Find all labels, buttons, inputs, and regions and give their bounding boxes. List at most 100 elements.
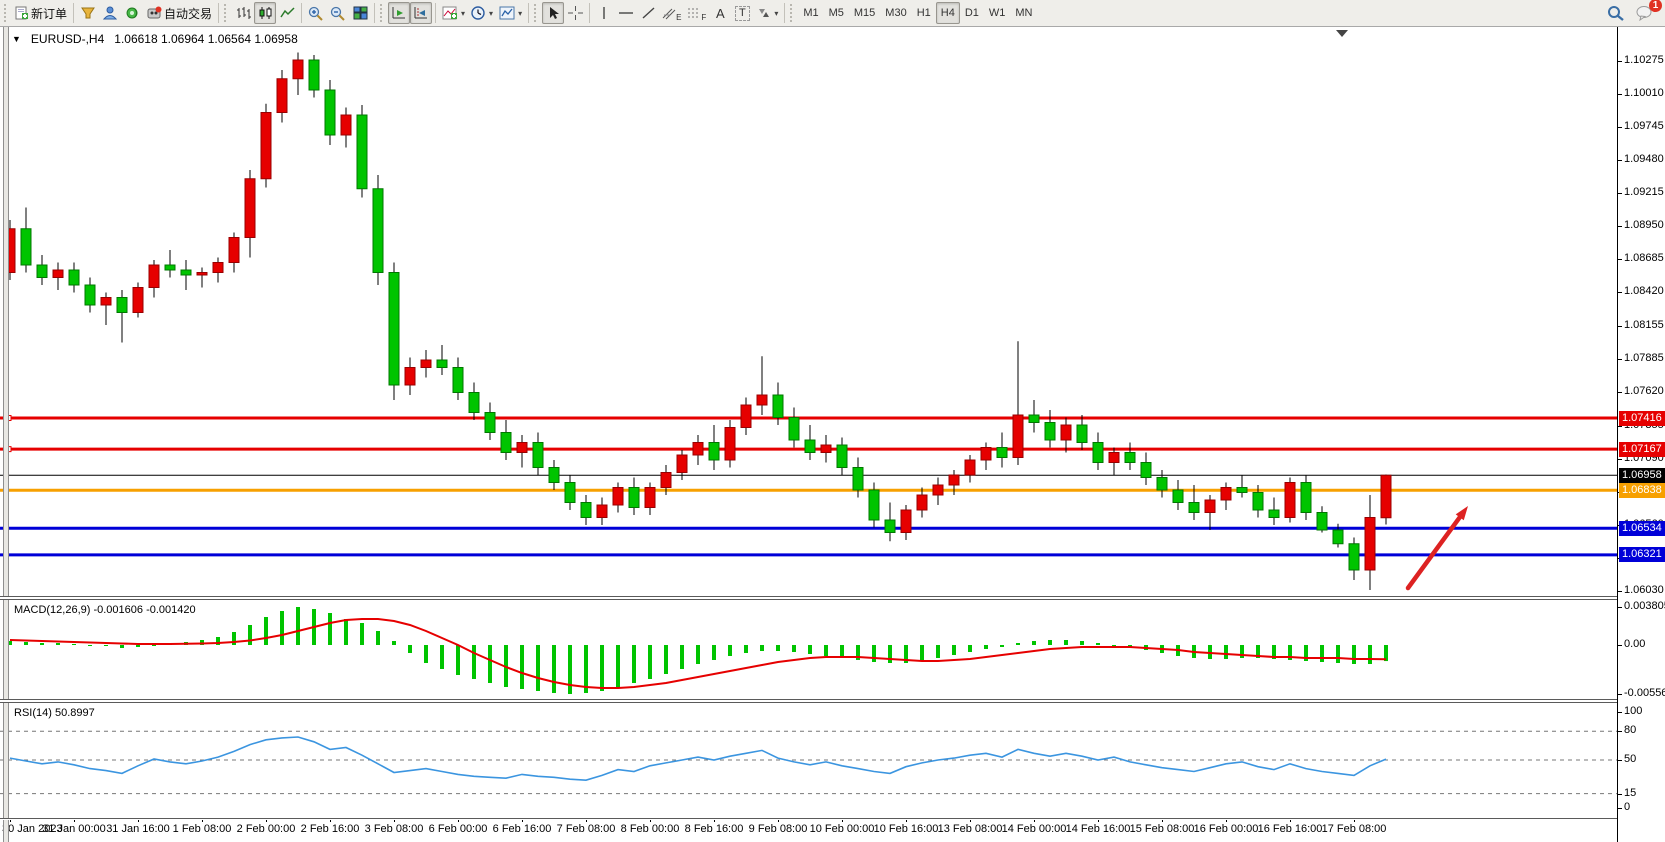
fibonacci-f-glyph: F [701,13,706,23]
bull-candle [1013,415,1023,458]
bear-candle [997,448,1007,458]
timeframe-button-mn[interactable]: MN [1010,2,1037,24]
support-line-1-badge: 1.06534 [1619,521,1665,536]
timeframe-button-h1[interactable]: H1 [912,2,936,24]
timeframe-button-m15[interactable]: M15 [849,2,880,24]
bull-candle [693,443,703,456]
macd-histogram-bar [440,645,444,669]
rsi-tick-label: 80 [1624,724,1636,736]
chart-dropdown-icon[interactable]: ▼ [12,34,21,44]
periods-button[interactable]: ▾ [468,2,496,24]
axis-tick-mark [1618,326,1622,327]
time-label: 17 Feb 08:00 [1322,823,1387,835]
autotrading-icon [146,6,162,20]
chat-button[interactable]: 1 [1633,2,1657,24]
chart-shift-button[interactable] [410,2,432,24]
strategy-tester-button[interactable] [77,2,99,24]
bear-candle [1237,488,1247,493]
time-label: 10 Feb 00:00 [810,823,875,835]
macd-histogram-bar [696,645,700,664]
bear-candle [1333,530,1343,544]
bull-candle [197,273,207,276]
axis-tick-mark [1618,760,1622,761]
crosshair-icon [568,6,583,20]
clock-icon [471,6,486,20]
toolbar-separator [784,3,785,23]
crosshair-button[interactable] [564,2,586,24]
bear-candle [885,520,895,533]
bull-candle [341,115,351,135]
bear-candle [1141,463,1151,478]
time-axis[interactable]: 30 Jan 202331 Jan 00:0031 Jan 16:001 Feb… [0,818,1617,842]
timeframe-button-m30[interactable]: M30 [880,2,911,24]
price-axis[interactable]: 1.102751.100101.097451.094801.092151.089… [1617,27,1665,842]
cursor-button[interactable] [542,2,564,24]
zoom-out-button[interactable] [327,2,349,24]
macd-histogram-bar [712,645,716,660]
chart-line-button[interactable] [276,2,298,24]
bar-chart-icon [236,6,251,20]
toolbar-separator [528,3,529,23]
macd-histogram-bar [936,645,940,658]
macd-histogram-bar [104,645,108,646]
channel-button[interactable]: E [659,2,684,24]
search-button[interactable] [1604,2,1627,24]
timeframe-button-h4[interactable]: H4 [936,2,960,24]
price-tick-label: 1.06030 [1624,584,1664,596]
toolbar-separator [374,3,375,23]
macd-histogram-bar [264,617,268,645]
bull-candle [1365,518,1375,571]
axis-tick-mark [1618,94,1622,95]
vertical-line-button[interactable] [593,2,615,24]
macd-histogram-bar [664,645,668,674]
zoom-out-icon [330,6,346,21]
axis-tick-mark [1618,694,1622,695]
macd-histogram-bar [40,643,44,645]
chart-candles-button[interactable] [254,2,276,24]
time-label: 6 Feb 16:00 [493,823,552,835]
text-label-button[interactable]: T [731,2,753,24]
autotrading-button[interactable]: 自动交易 [143,2,215,24]
bull-candle [517,443,527,453]
text-button[interactable]: A [709,2,731,24]
timeframe-button-m1[interactable]: M1 [798,2,823,24]
tile-windows-button[interactable] [349,2,371,24]
chart-bars-button[interactable] [232,2,254,24]
fibonacci-button[interactable]: F [684,2,709,24]
chat-badge: 1 [1649,0,1662,12]
bear-candle [1189,503,1199,513]
time-label: 3 Feb 08:00 [365,823,424,835]
chart-shift-marker[interactable] [1336,30,1348,37]
macd-histogram-bar [1224,645,1228,659]
bull-candle [405,368,415,386]
auto-scroll-button[interactable] [388,2,410,24]
new-order-label: 新订单 [31,5,67,22]
horizontal-line-button[interactable] [615,2,637,24]
price-tick-label: 1.08950 [1624,219,1664,231]
zoom-in-button[interactable] [305,2,327,24]
axis-tick-mark [1618,712,1622,713]
macd-histogram-bar [1096,643,1100,645]
bear-candle [549,468,559,483]
chart-shift-icon [413,6,429,20]
bear-candle [581,503,591,518]
arrows-button[interactable]: ▾ [753,2,781,24]
signals-button[interactable] [121,2,143,24]
axis-tick-mark [1618,607,1622,608]
timeframe-button-m5[interactable]: M5 [824,2,849,24]
timeframe-button-w1[interactable]: W1 [984,2,1011,24]
timeframe-button-d1[interactable]: D1 [960,2,984,24]
time-label: 31 Jan 00:00 [42,823,106,835]
indicators-button[interactable]: ▾ [439,2,468,24]
macd-tick-label: 0.003805 [1624,600,1665,612]
new-order-button[interactable]: 新订单 [12,2,70,24]
pane-separator[interactable] [0,699,1617,703]
bear-candle [1253,493,1263,511]
navigator-button[interactable] [99,2,121,24]
bull-candle [213,263,223,273]
main-chart-pane[interactable] [0,27,1617,596]
bear-candle [853,468,863,491]
templates-button[interactable]: ▾ [496,2,525,24]
trendline-button[interactable] [637,2,659,24]
pane-separator[interactable] [0,596,1617,600]
